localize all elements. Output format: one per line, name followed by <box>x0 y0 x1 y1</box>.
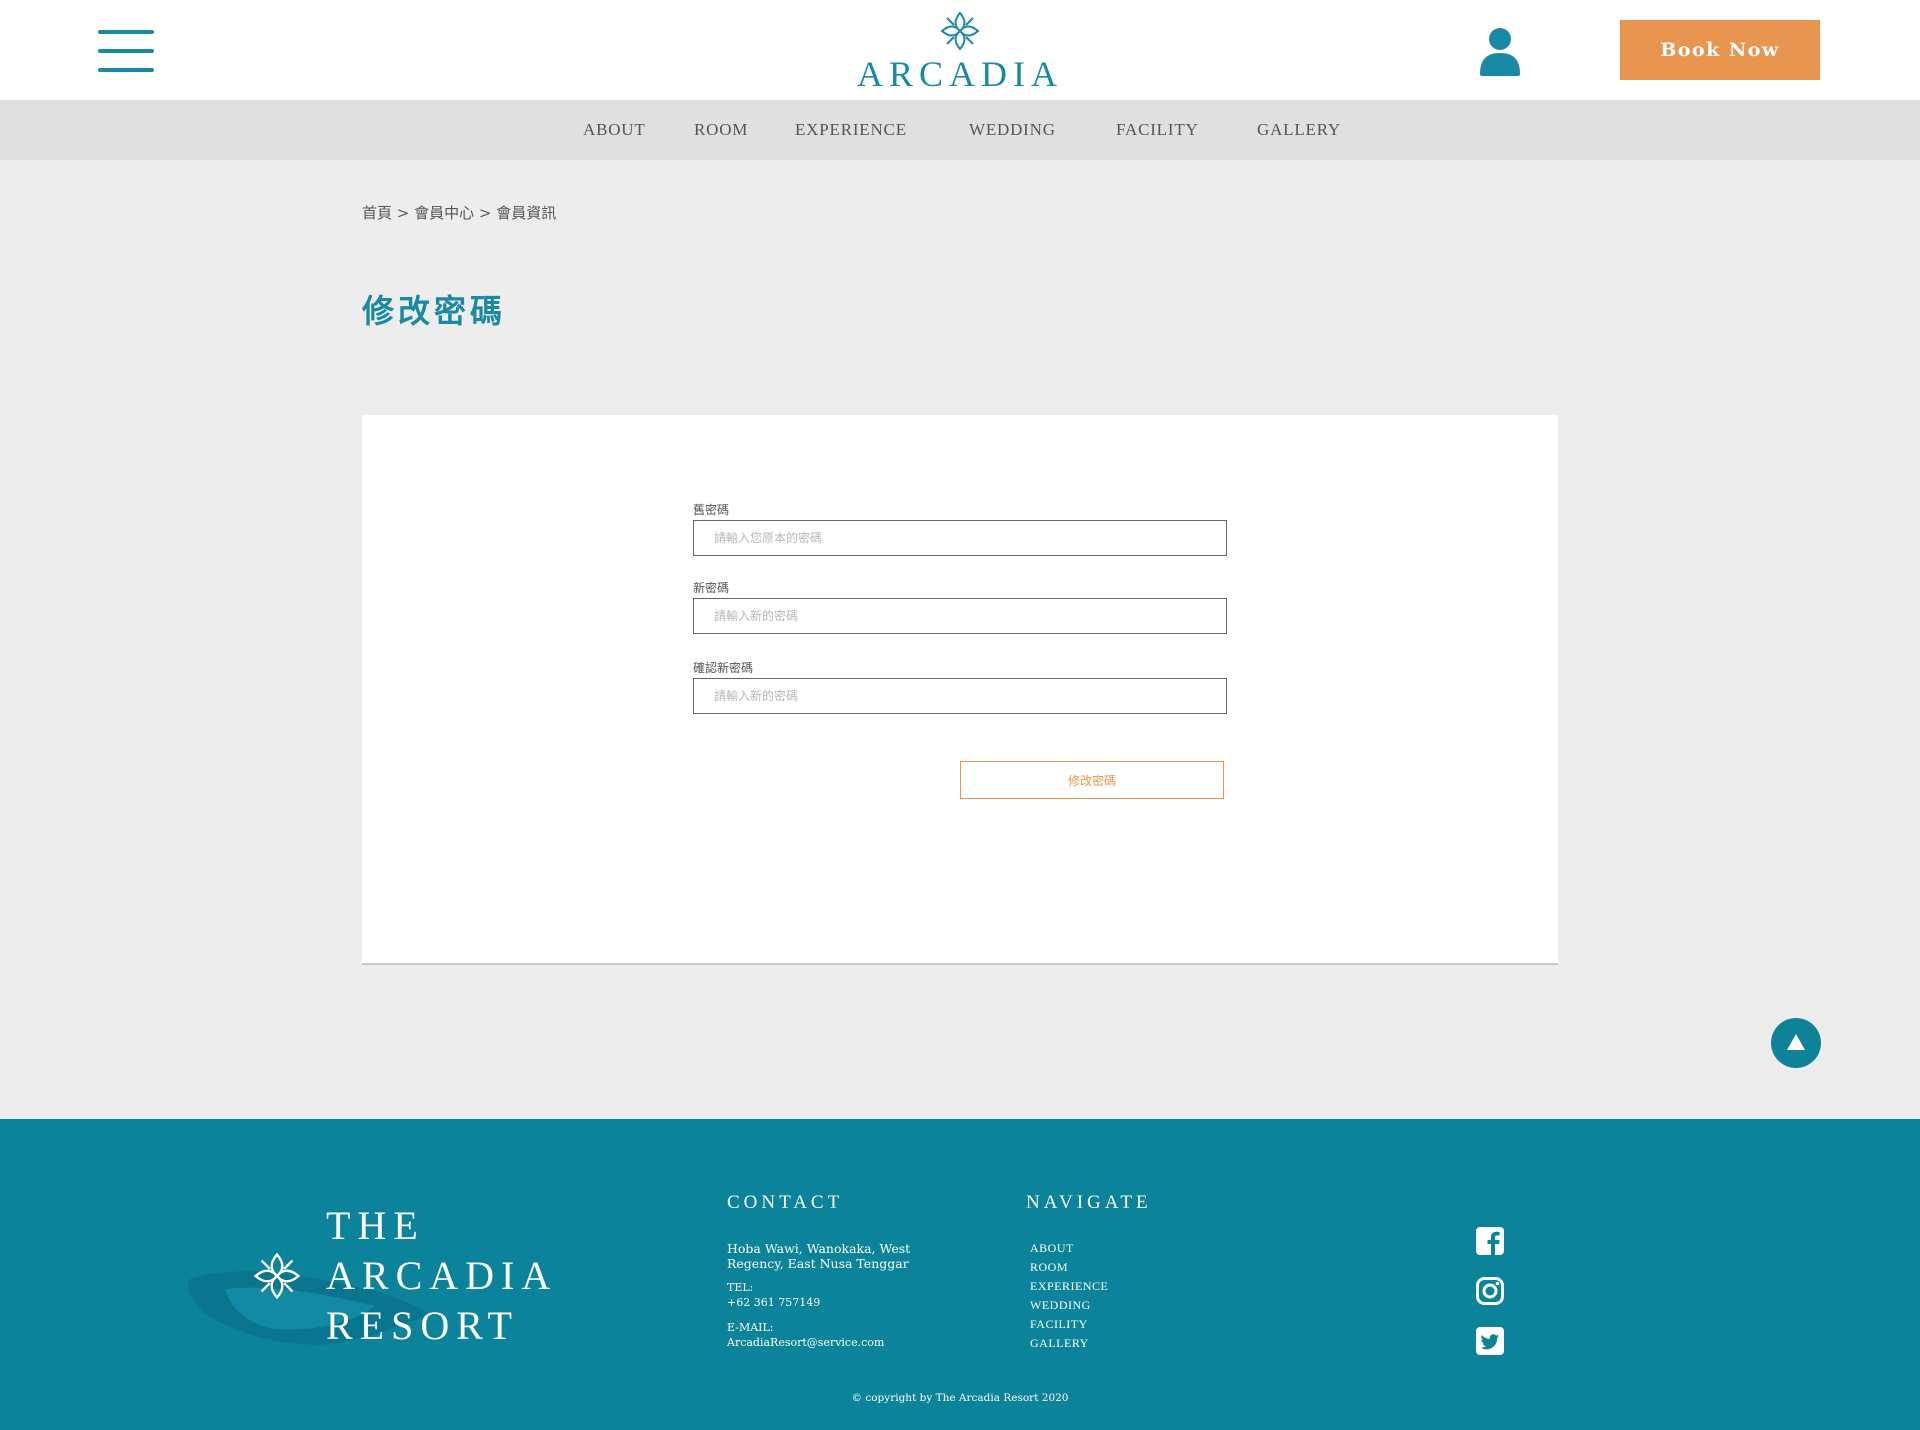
nav-item-facility[interactable]: FACILITY <box>1116 120 1199 140</box>
user-icon[interactable] <box>1478 26 1522 76</box>
nav-item-room[interactable]: ROOM <box>694 120 748 140</box>
change-password-card: 舊密碼 新密碼 確認新密碼 修改密碼 <box>362 415 1558 963</box>
back-to-top-button[interactable] <box>1771 1018 1821 1068</box>
new-password-input[interactable] <box>693 598 1227 634</box>
facebook-icon[interactable] <box>1475 1226 1505 1256</box>
footer-nav-facility[interactable]: FACILITY <box>1030 1315 1108 1334</box>
instagram-icon[interactable] <box>1475 1276 1505 1306</box>
logo-wordmark: ARCADIA <box>856 54 1063 94</box>
nav-item-wedding[interactable]: WEDDING <box>969 120 1056 140</box>
twitter-icon[interactable] <box>1475 1326 1505 1356</box>
tel-label: TEL: <box>727 1281 754 1294</box>
email-value[interactable]: ArcadiaResort@service.com <box>727 1335 884 1350</box>
navigate-heading: NAVIGATE <box>1026 1192 1152 1213</box>
change-password-button[interactable]: 修改密碼 <box>960 761 1224 799</box>
footer-nav-about[interactable]: ABOUT <box>1030 1239 1108 1258</box>
footer-nav-experience[interactable]: EXPERIENCE <box>1030 1277 1108 1296</box>
book-now-button[interactable]: Book Now <box>1620 20 1820 80</box>
lotus-emblem-icon <box>940 11 980 51</box>
resort-name-line: THE <box>326 1203 425 1248</box>
footer-nav-wedding[interactable]: WEDDING <box>1030 1296 1108 1315</box>
site-logo[interactable]: ARCADIA <box>845 10 1075 95</box>
lotus-emblem-icon <box>253 1252 301 1300</box>
resort-name: THE ARCADIA RESORT <box>326 1201 557 1351</box>
main-nav: ABOUT ROOM EXPERIENCE WEDDING FACILITY G… <box>0 100 1920 160</box>
nav-item-gallery[interactable]: GALLERY <box>1257 120 1341 140</box>
new-password-label: 新密碼 <box>693 581 730 595</box>
footer-nav-room[interactable]: ROOM <box>1030 1258 1108 1277</box>
confirm-password-input[interactable] <box>693 678 1227 714</box>
site-header: ARCADIA Book Now <box>0 0 1920 100</box>
resort-name-line: ARCADIA <box>326 1253 558 1298</box>
copyright-text: © copyright by The Arcadia Resort 2020 <box>851 1392 1069 1404</box>
contact-heading: CONTACT <box>727 1192 844 1213</box>
page-title: 修改密碼 <box>362 292 507 330</box>
email-label: E-MAIL: <box>727 1321 774 1334</box>
arrow-up-icon <box>1787 1034 1805 1050</box>
site-footer: THE ARCADIA RESORT CONTACT Hoba Wawi, Wa… <box>0 1119 1920 1430</box>
tel-value[interactable]: +62 361 757149 <box>727 1295 820 1310</box>
contact-address: Hoba Wawi, Wanokaka, West Regency, East … <box>727 1241 911 1271</box>
hamburger-menu-icon[interactable] <box>98 30 154 72</box>
confirm-password-label: 確認新密碼 <box>693 661 754 675</box>
nav-item-experience[interactable]: EXPERIENCE <box>795 120 907 140</box>
resort-name-line: RESORT <box>326 1303 519 1348</box>
old-password-input[interactable] <box>693 520 1227 556</box>
old-password-label: 舊密碼 <box>693 503 730 517</box>
footer-nav-gallery[interactable]: GALLERY <box>1030 1334 1108 1353</box>
nav-item-about[interactable]: ABOUT <box>583 120 646 140</box>
footer-nav: ABOUT ROOM EXPERIENCE WEDDING FACILITY G… <box>1030 1239 1108 1353</box>
breadcrumb[interactable]: 首頁 > 會員中心 > 會員資訊 <box>362 202 556 223</box>
